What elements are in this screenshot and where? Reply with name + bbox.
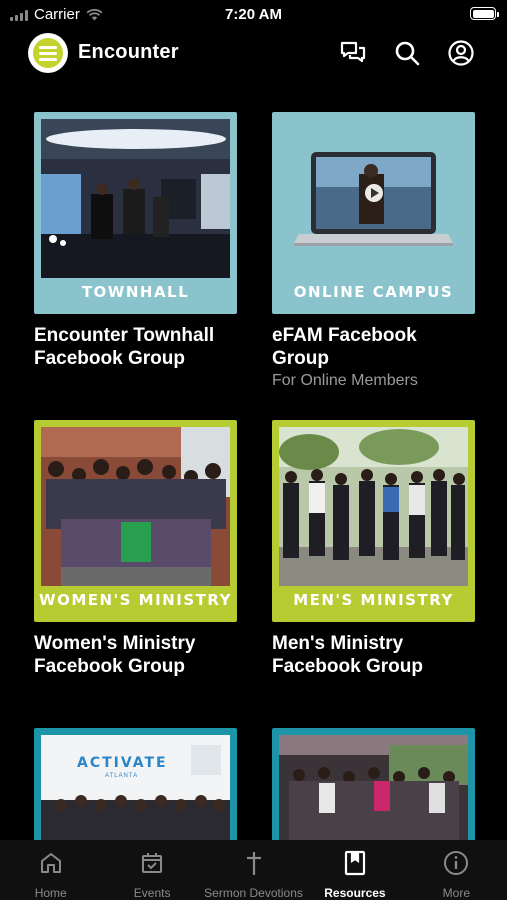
thumbnail-photo xyxy=(279,119,468,278)
chat-icon[interactable] xyxy=(338,38,368,68)
card-title[interactable]: Men's Ministry Facebook Group xyxy=(272,632,475,678)
card-activate[interactable]: ACTIVATE ATLANTA xyxy=(34,728,237,840)
card-thumbnail[interactable]: ACTIVATE ATLANTA xyxy=(34,728,237,840)
card-thumbnail[interactable]: TOWNHALL xyxy=(34,112,237,314)
thumbnail-photo xyxy=(41,119,230,278)
cross-icon xyxy=(239,849,269,877)
tab-sermon-devotions[interactable]: Sermon Devotions xyxy=(203,840,304,900)
card-thumbnail[interactable]: MEN'S MINISTRY xyxy=(272,420,475,622)
card-title[interactable]: Encounter Townhall Facebook Group xyxy=(34,324,237,370)
card-thumbnail[interactable]: WOMEN'S MINISTRY xyxy=(34,420,237,622)
thumbnail-band: WOMEN'S MINISTRY xyxy=(34,578,237,622)
calendar-icon xyxy=(137,849,167,877)
thumbnail-label: TOWNHALL xyxy=(81,283,190,301)
tab-label: More xyxy=(442,886,470,900)
tab-events[interactable]: Events xyxy=(101,840,202,900)
tab-label: Home xyxy=(34,886,67,900)
card-townhall[interactable]: TOWNHALL Encounter Townhall Facebook Gro… xyxy=(34,112,237,370)
thumbnail-photo xyxy=(41,427,230,586)
card-title[interactable]: Women's Ministry Facebook Group xyxy=(34,632,237,678)
search-icon[interactable] xyxy=(392,38,422,68)
resource-grid: TOWNHALL Encounter Townhall Facebook Gro… xyxy=(0,112,507,840)
activate-sublabel: ATLANTA xyxy=(105,773,139,779)
tab-bar: Home Events Sermon Devotions Resources M… xyxy=(0,840,507,900)
tab-label: Sermon Devotions xyxy=(204,886,303,900)
thumbnail-photo xyxy=(279,735,468,840)
account-icon[interactable] xyxy=(446,38,476,68)
activate-label: ACTIVATE xyxy=(77,755,168,771)
book-icon xyxy=(340,849,370,877)
thumbnail-label: WOMEN'S MINISTRY xyxy=(39,591,232,609)
tab-label: Resources xyxy=(324,886,386,900)
tab-home[interactable]: Home xyxy=(0,840,101,900)
info-icon xyxy=(441,849,471,877)
card-womens-ministry[interactable]: WOMEN'S MINISTRY Women's Ministry Facebo… xyxy=(34,420,237,678)
thumbnail-band: MEN'S MINISTRY xyxy=(272,578,475,622)
app-header: Encounter xyxy=(0,32,507,74)
card-mens-ministry[interactable]: MEN'S MINISTRY Men's Ministry Facebook G… xyxy=(272,420,475,678)
card-title[interactable]: eFAM Facebook Group xyxy=(272,324,475,370)
card-thumbnail[interactable]: ONLINE CAMPUS xyxy=(272,112,475,314)
card-subtitle: For Online Members xyxy=(272,372,418,389)
tab-more[interactable]: More xyxy=(406,840,507,900)
tab-label: Events xyxy=(133,886,171,900)
status-bar: Carrier 7:20 AM xyxy=(0,0,507,28)
thumbnail-label: ONLINE CAMPUS xyxy=(293,283,454,301)
status-time: 7:20 AM xyxy=(225,6,282,23)
card-online-campus[interactable]: ONLINE CAMPUS eFAM Facebook Group For On… xyxy=(272,112,475,390)
thumbnail-photo xyxy=(279,427,468,586)
thumbnail-band: TOWNHALL xyxy=(34,270,237,314)
app-logo[interactable] xyxy=(28,33,68,73)
thumbnail-label: MEN'S MINISTRY xyxy=(293,591,454,609)
card-group-photo[interactable] xyxy=(272,728,475,840)
battery-icon xyxy=(470,7,499,20)
home-icon xyxy=(36,849,66,877)
app-title: Encounter xyxy=(78,41,179,63)
tab-resources[interactable]: Resources xyxy=(304,840,405,900)
thumbnail-photo: ACTIVATE ATLANTA xyxy=(41,735,230,840)
thumbnail-band: ONLINE CAMPUS xyxy=(272,270,475,314)
card-thumbnail[interactable] xyxy=(272,728,475,840)
